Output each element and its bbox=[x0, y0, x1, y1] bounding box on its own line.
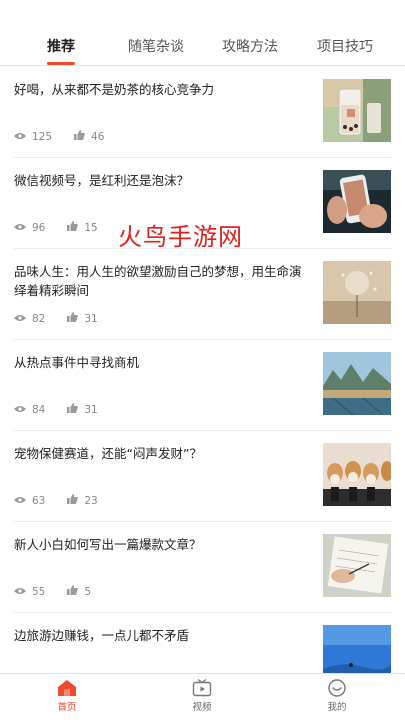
article-meta: 55 5 bbox=[14, 585, 113, 598]
view-count: 55 bbox=[32, 585, 46, 598]
thumbs-up-icon bbox=[74, 130, 85, 143]
view-count: 63 bbox=[32, 494, 46, 507]
eye-icon bbox=[14, 586, 26, 598]
eye-icon bbox=[14, 222, 26, 234]
like-count: 15 bbox=[84, 221, 98, 234]
article-item[interactable]: 边旅游边赚钱，一点儿都不矛盾 bbox=[14, 613, 391, 673]
eye-icon bbox=[14, 131, 26, 143]
writing-photo bbox=[323, 534, 391, 597]
article-item[interactable]: 好喝，从来都不是奶茶的核心竞争力 125 46 bbox=[14, 67, 391, 158]
thumbs-up-icon bbox=[67, 403, 79, 416]
view-count: 84 bbox=[32, 403, 46, 416]
active-tab-indicator bbox=[47, 62, 75, 65]
like-count: 46 bbox=[91, 130, 105, 143]
watermark-text: 火鸟手游网 bbox=[118, 223, 243, 251]
milk-tea-photo bbox=[323, 79, 391, 142]
article-title: 好喝，从来都不是奶茶的核心竞争力 bbox=[14, 82, 215, 97]
view-count: 82 bbox=[32, 312, 46, 325]
nav-home-label: 首页 bbox=[57, 702, 77, 713]
nav-profile[interactable]: 我的 bbox=[307, 679, 367, 713]
thumbs-up-icon bbox=[67, 312, 79, 325]
video-icon bbox=[192, 679, 212, 697]
landscape-photo bbox=[323, 352, 391, 415]
home-icon bbox=[58, 680, 76, 696]
article-item[interactable]: 新人小白如何写出一篇爆款文章？ 55 5 bbox=[14, 522, 391, 613]
category-tabs: 推荐 随笔杂谈 攻略方法 项目技巧 bbox=[0, 0, 405, 66]
bottom-navigation: 首页 视频 我的 bbox=[0, 673, 405, 720]
view-count: 96 bbox=[32, 221, 46, 234]
hamsters-photo bbox=[323, 443, 391, 506]
article-meta: 63 23 bbox=[14, 494, 120, 507]
nav-video[interactable]: 视频 bbox=[172, 679, 232, 713]
eye-icon bbox=[14, 404, 26, 416]
like-count: 31 bbox=[84, 312, 98, 325]
profile-icon bbox=[328, 679, 346, 697]
article-item[interactable]: 宠物保健赛道，还能“闷声发财”？ 63 23 bbox=[14, 431, 391, 522]
article-item[interactable]: 品味人生：用人生的欲望激励自己的梦想，用生命演绎着精彩瞬间 82 31 bbox=[14, 249, 391, 340]
thumbs-up-icon bbox=[67, 221, 79, 234]
article-meta: 125 46 bbox=[14, 130, 126, 143]
thumbs-up-icon bbox=[67, 585, 79, 598]
thumbs-up-icon bbox=[67, 494, 79, 507]
phone-photo bbox=[323, 170, 391, 233]
article-title: 宠物保健赛道，还能“闷声发财”？ bbox=[14, 446, 202, 461]
eye-icon bbox=[14, 495, 26, 507]
article-title: 新人小白如何写出一篇爆款文章？ bbox=[14, 537, 202, 552]
nav-home[interactable]: 首页 bbox=[37, 679, 97, 713]
article-title: 品味人生：用人生的欲望激励自己的梦想，用生命演绎着精彩瞬间 bbox=[14, 264, 302, 298]
article-title: 微信视频号，是红利还是泡沫？ bbox=[14, 173, 190, 188]
article-title: 从热点事件中寻找商机 bbox=[14, 355, 140, 370]
sky-photo bbox=[323, 625, 391, 673]
like-count: 5 bbox=[84, 585, 92, 598]
view-count: 125 bbox=[32, 130, 53, 143]
dandelion-photo bbox=[323, 261, 391, 324]
article-meta: 96 15 bbox=[14, 221, 120, 234]
article-meta: 82 31 bbox=[14, 312, 120, 325]
eye-icon bbox=[14, 313, 26, 325]
like-count: 23 bbox=[84, 494, 98, 507]
like-count: 31 bbox=[84, 403, 98, 416]
tab-project-tips[interactable]: 项目技巧 bbox=[317, 36, 373, 56]
article-item[interactable]: 从热点事件中寻找商机 84 31 bbox=[14, 340, 391, 431]
tab-guides[interactable]: 攻略方法 bbox=[222, 36, 278, 56]
tab-recommend[interactable]: 推荐 bbox=[47, 36, 75, 56]
nav-video-label: 视频 bbox=[192, 702, 212, 713]
article-meta: 84 31 bbox=[14, 403, 120, 416]
article-title: 边旅游边赚钱，一点儿都不矛盾 bbox=[14, 628, 190, 643]
nav-profile-label: 我的 bbox=[327, 702, 347, 713]
tab-essays[interactable]: 随笔杂谈 bbox=[128, 36, 184, 56]
article-feed[interactable]: 好喝，从来都不是奶茶的核心竞争力 125 46 微信视频号，是红利还是泡沫？ 9… bbox=[0, 67, 405, 673]
